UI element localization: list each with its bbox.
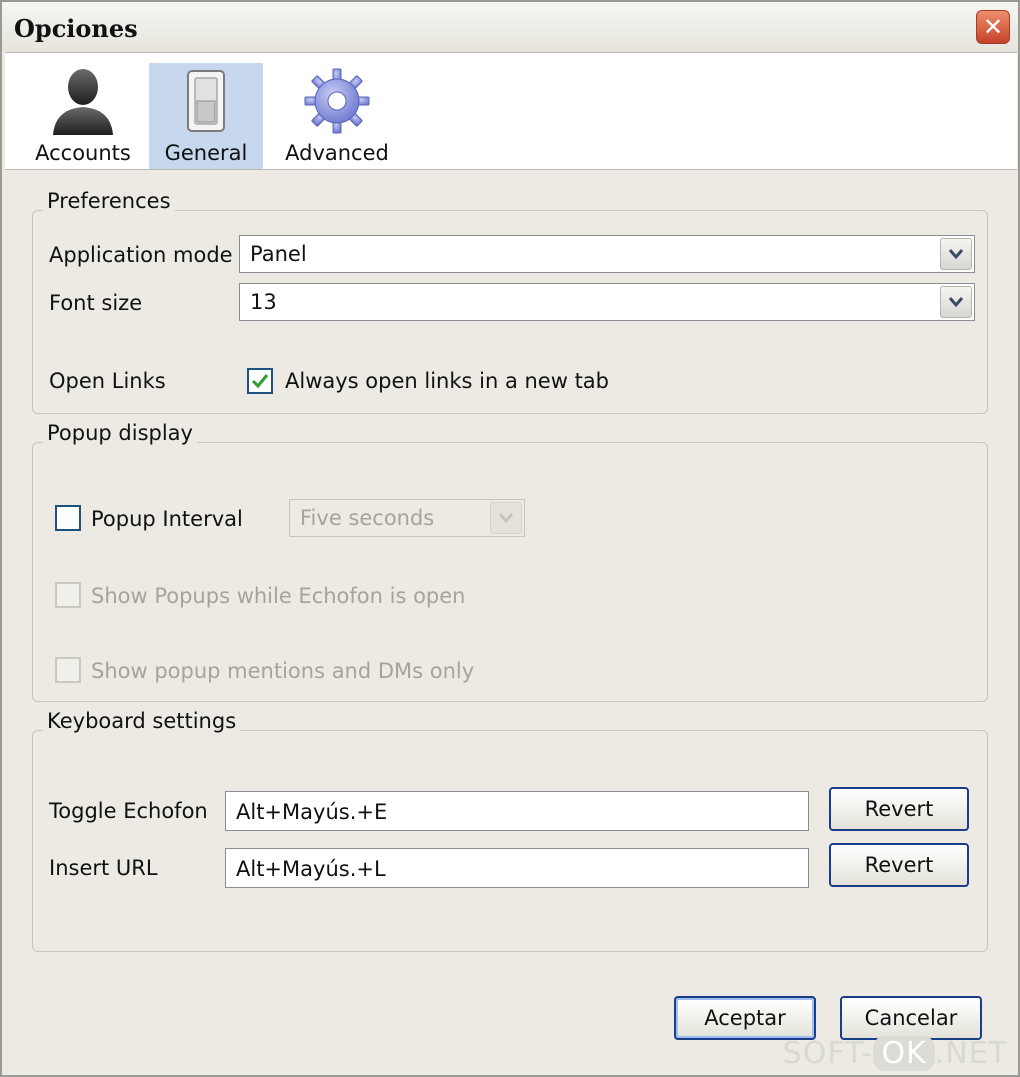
chevron-down-icon — [498, 513, 514, 524]
popup-display-legend: Popup display — [43, 421, 197, 445]
tab-advanced-label: Advanced — [285, 141, 389, 165]
keyboard-settings-legend: Keyboard settings — [43, 709, 241, 733]
insert-url-shortcut-field[interactable]: Alt+Mayús.+L — [225, 848, 809, 888]
popup-interval-checkbox[interactable] — [55, 505, 81, 531]
open-links-new-tab-label[interactable]: Always open links in a new tab — [285, 369, 609, 393]
watermark: SOFT- OK .NET — [783, 1036, 1008, 1071]
watermark-prefix: SOFT- — [782, 1036, 874, 1071]
font-size-dropdown-button[interactable] — [940, 286, 972, 318]
window-title: Opciones — [14, 14, 138, 43]
accept-button[interactable]: Aceptar — [674, 996, 816, 1040]
watermark-suffix: .NET — [934, 1036, 1008, 1071]
tab-advanced[interactable]: Advanced — [275, 63, 399, 169]
tab-general-label: General — [164, 141, 248, 165]
font-size-label: Font size — [49, 291, 143, 315]
toggle-echofon-label: Toggle Echofon — [49, 799, 208, 823]
checkmark-icon — [251, 374, 269, 389]
tab-accounts-label: Accounts — [35, 141, 131, 165]
title-bar[interactable]: Opciones ✕ — [2, 2, 1018, 52]
toggle-echofon-shortcut-value: Alt+Mayús.+E — [236, 800, 388, 824]
keyboard-settings-group: Keyboard settings Toggle Echofon Alt+May… — [32, 709, 988, 952]
watermark-ok: OK — [873, 1036, 935, 1071]
chevron-down-icon — [948, 297, 964, 308]
toggle-switch-icon — [187, 70, 225, 132]
open-links-label: Open Links — [49, 369, 166, 393]
user-silhouette-icon — [53, 69, 113, 135]
application-mode-value: Panel — [250, 242, 307, 266]
category-toolbar: Accounts General Advanced — [5, 52, 1017, 170]
toggle-echofon-shortcut-field[interactable]: Alt+Mayús.+E — [225, 791, 809, 831]
open-links-new-tab-checkbox[interactable] — [247, 368, 273, 394]
popup-interval-dropdown-button[interactable] — [490, 502, 522, 534]
popup-interval-select[interactable]: Five seconds — [289, 499, 525, 537]
popup-interval-value: Five seconds — [300, 506, 435, 530]
chevron-down-icon — [948, 249, 964, 260]
insert-url-shortcut-value: Alt+Mayús.+L — [236, 857, 386, 881]
show-popups-label[interactable]: Show Popups while Echofon is open — [91, 584, 466, 608]
preferences-legend: Preferences — [43, 189, 175, 213]
gear-icon — [304, 68, 370, 134]
application-mode-dropdown-button[interactable] — [940, 238, 972, 270]
mentions-only-checkbox[interactable] — [55, 657, 81, 683]
cancel-button[interactable]: Cancelar — [840, 996, 982, 1040]
insert-url-revert-button[interactable]: Revert — [829, 843, 969, 887]
font-size-select[interactable]: 13 — [239, 283, 975, 321]
toggle-echofon-revert-button[interactable]: Revert — [829, 787, 969, 831]
close-icon: ✕ — [982, 13, 1004, 41]
mentions-only-label[interactable]: Show popup mentions and DMs only — [91, 659, 474, 683]
preferences-group: Preferences Application mode Panel Font … — [32, 189, 988, 414]
popup-display-group: Popup display Popup Interval Five second… — [32, 421, 988, 702]
show-popups-checkbox[interactable] — [55, 582, 81, 608]
application-mode-label: Application mode — [49, 243, 233, 267]
popup-interval-label[interactable]: Popup Interval — [91, 507, 243, 531]
tab-accounts[interactable]: Accounts — [25, 63, 141, 169]
insert-url-label: Insert URL — [49, 856, 158, 880]
tab-general[interactable]: General — [149, 63, 263, 169]
font-size-value: 13 — [250, 290, 277, 314]
close-button[interactable]: ✕ — [976, 10, 1010, 44]
options-dialog: Opciones ✕ Accounts General Advanced Pre… — [0, 0, 1020, 1077]
application-mode-select[interactable]: Panel — [239, 235, 975, 273]
